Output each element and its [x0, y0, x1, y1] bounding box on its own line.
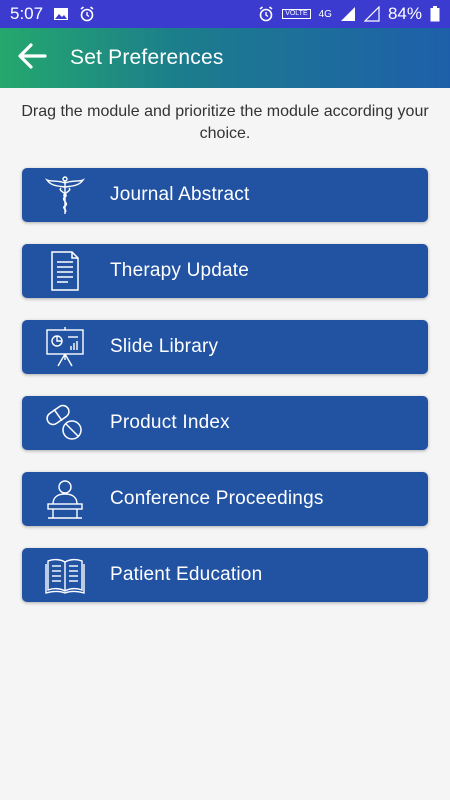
module-label: Therapy Update: [110, 260, 250, 281]
module-therapy-update[interactable]: Therapy Update: [22, 244, 428, 298]
back-button[interactable]: [2, 28, 62, 88]
alarm-icon: [258, 6, 274, 22]
pills-icon: [22, 396, 108, 450]
module-label: Patient Education: [110, 564, 263, 585]
network-type: 4G: [318, 8, 332, 20]
module-label: Product Index: [110, 412, 230, 433]
signal-empty-icon: [363, 6, 380, 22]
module-list: Journal Abstract Therapy Update Slide Li…: [22, 168, 428, 624]
module-label: Journal Abstract: [110, 184, 250, 205]
module-product-index[interactable]: Product Index: [22, 396, 428, 450]
module-slide-library[interactable]: Slide Library: [22, 320, 428, 374]
module-label: Slide Library: [110, 336, 219, 357]
document-icon: [22, 244, 108, 298]
battery-percent: 84%: [387, 4, 422, 23]
speaker-podium-icon: [22, 472, 108, 526]
module-patient-education[interactable]: Patient Education: [22, 548, 428, 602]
image-icon: [53, 7, 69, 21]
battery-icon: [430, 6, 440, 22]
page-title: Set Preferences: [70, 46, 224, 69]
open-book-icon: [22, 548, 108, 602]
presentation-icon: [22, 320, 108, 374]
module-label: Conference Proceedings: [110, 488, 324, 509]
module-journal-abstract[interactable]: Journal Abstract: [22, 168, 428, 222]
instructions-text: Drag the module and prioritize the modul…: [21, 103, 429, 142]
app-bar: Set Preferences: [0, 28, 450, 88]
alarm-icon: [79, 6, 95, 22]
arrow-left-icon: [17, 42, 47, 74]
module-conference-proceedings[interactable]: Conference Proceedings: [22, 472, 428, 526]
caduceus-icon: [22, 168, 108, 222]
status-bar: 5:07 VOLTE 4G 84%: [0, 0, 450, 28]
status-time: 5:07: [10, 4, 44, 23]
volte-icon: VOLTE: [282, 9, 311, 19]
signal-icon: [340, 6, 356, 22]
